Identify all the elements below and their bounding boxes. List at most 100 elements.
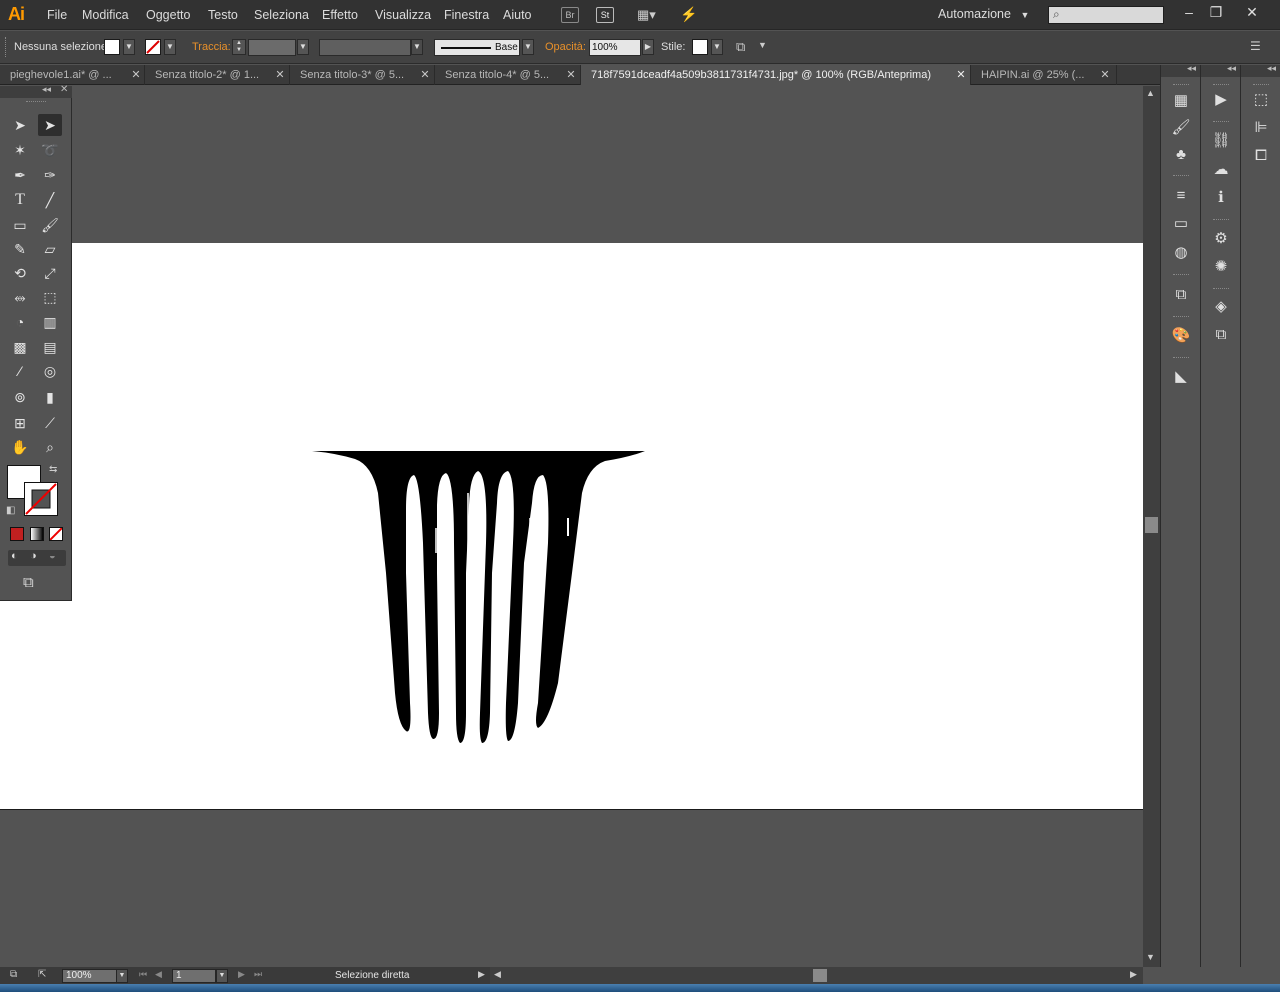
artboard-tool-icon[interactable]: ⊞: [8, 412, 32, 434]
lasso-tool-icon[interactable]: ➰: [38, 139, 62, 161]
panel-grip[interactable]: [26, 101, 46, 104]
menu-oggetto[interactable]: Oggetto: [146, 8, 190, 22]
stroke-dropdown[interactable]: ▼: [164, 39, 176, 55]
zoom-tool-icon[interactable]: ⌕: [38, 436, 62, 458]
artboard-dropdown[interactable]: ▼: [216, 969, 228, 983]
stroke-panel-icon[interactable]: ≡: [1161, 183, 1201, 209]
default-colors-icon[interactable]: ◧: [6, 505, 15, 516]
gradient-panel-icon[interactable]: ▭: [1161, 211, 1201, 237]
scroll-left-icon[interactable]: ◀: [494, 969, 501, 980]
menu-effetto[interactable]: Effetto: [322, 8, 358, 22]
chevron-down-icon[interactable]: ▼: [758, 40, 767, 50]
document-info-panel-icon[interactable]: ℹ: [1201, 185, 1241, 211]
links-panel-icon[interactable]: ⛓: [1201, 128, 1241, 154]
placed-image-comb[interactable]: [0, 243, 1143, 810]
last-artboard-icon[interactable]: ⏭: [254, 969, 262, 980]
search-input[interactable]: ⌕: [1048, 6, 1164, 24]
first-artboard-icon[interactable]: ⏮: [139, 969, 147, 980]
brush-dropdown[interactable]: ▼: [522, 39, 534, 55]
stroke-color-box[interactable]: [24, 482, 58, 516]
tab-close-icon[interactable]: ✕: [955, 65, 967, 85]
variable-width-profile[interactable]: [319, 39, 411, 56]
panel-grip[interactable]: [1161, 355, 1201, 361]
draw-inside-icon[interactable]: ◒: [49, 550, 56, 562]
bridge-button[interactable]: Br: [561, 7, 579, 23]
style-dropdown[interactable]: ▼: [711, 39, 723, 55]
style-swatch[interactable]: [692, 39, 708, 55]
artboard-navigation-icon[interactable]: ⧉: [10, 969, 17, 980]
symbols-panel-icon[interactable]: ♣: [1161, 142, 1201, 168]
menu-modifica[interactable]: Modifica: [82, 8, 129, 22]
artboard[interactable]: [0, 243, 1143, 810]
curvature-tool-icon[interactable]: ✑: [38, 164, 62, 186]
dock-header[interactable]: ◂◂: [1241, 63, 1280, 77]
cc-libraries-panel-icon[interactable]: ☁: [1201, 157, 1241, 183]
dock-header[interactable]: ◂◂: [1161, 63, 1201, 77]
direct-selection-tool-icon[interactable]: ➤: [38, 114, 62, 136]
panel-grip[interactable]: [1161, 272, 1201, 278]
menu-testo[interactable]: Testo: [208, 8, 238, 22]
artboards-panel-icon[interactable]: ⧉: [1201, 322, 1241, 348]
tools-panel-header[interactable]: ◂◂ ✕: [0, 84, 72, 98]
screen-mode-icon[interactable]: ⧉: [23, 574, 34, 591]
menu-seleziona[interactable]: Seleziona: [254, 8, 309, 22]
opacity-flyout[interactable]: ▶: [642, 39, 654, 55]
brushes-panel-icon[interactable]: 🖌: [1161, 115, 1201, 141]
opacity-label[interactable]: Opacità:: [545, 41, 586, 53]
swap-fill-stroke-icon[interactable]: ⇆: [49, 464, 57, 475]
eyedropper-tool-icon[interactable]: ⁄: [8, 360, 32, 382]
brush-definition[interactable]: Base: [434, 39, 520, 56]
panel-menu-icon[interactable]: ☰: [1250, 39, 1261, 53]
tab-document[interactable]: Senza titolo-2* @ 1...: [145, 65, 290, 85]
stroke-weight-dropdown[interactable]: ▼: [297, 39, 309, 55]
rotate-tool-icon[interactable]: ⟲: [8, 262, 32, 284]
horizontal-scroll-thumb[interactable]: [813, 969, 827, 982]
symbol-sprayer-tool-icon[interactable]: ⊚: [8, 386, 32, 408]
menu-aiuto[interactable]: Aiuto: [503, 8, 532, 22]
current-tool-status[interactable]: Selezione diretta: [335, 970, 410, 981]
collapse-icon[interactable]: ◂◂: [1227, 63, 1236, 74]
tab-close-icon[interactable]: ✕: [274, 65, 286, 85]
workspace-switcher[interactable]: Automazione ▼: [938, 7, 1029, 21]
minimize-button[interactable]: –: [1177, 2, 1201, 22]
eraser-tool-icon[interactable]: ▱: [38, 238, 62, 260]
tab-document[interactable]: HAIPIN.ai @ 25% (...: [971, 65, 1117, 85]
tab-close-icon[interactable]: ✕: [419, 65, 431, 85]
blend-tool-icon[interactable]: ◎: [38, 360, 62, 382]
menu-file[interactable]: File: [47, 8, 67, 22]
tab-document[interactable]: Senza titolo-3* @ 5...: [290, 65, 435, 85]
asset-export-panel-icon[interactable]: ⧉: [1161, 282, 1201, 308]
gradient-mode-icon[interactable]: [30, 527, 44, 541]
width-tool-icon[interactable]: ⥈: [8, 286, 32, 308]
swatches-panel-icon[interactable]: ▦: [1161, 88, 1201, 114]
stroke-weight-stepper[interactable]: ▲ ▼: [232, 39, 246, 55]
restore-button[interactable]: ❐: [1204, 2, 1228, 22]
actions-panel-icon[interactable]: ▶: [1201, 87, 1241, 113]
gpu-performance-icon[interactable]: ⚡: [680, 6, 702, 24]
tab-close-icon[interactable]: ✕: [130, 65, 142, 85]
tab-close-icon[interactable]: ✕: [565, 65, 577, 85]
draw-normal-icon[interactable]: ◐: [11, 550, 18, 562]
layers-panel-icon[interactable]: ◈: [1201, 294, 1241, 320]
pathfinder-panel-icon[interactable]: ⧠: [1241, 143, 1280, 169]
variable-width-dropdown[interactable]: ▼: [411, 39, 423, 55]
panel-grip[interactable]: [1161, 314, 1201, 320]
tab-document-active[interactable]: 718f7591dceadf4a509b3811731f4731.jpg* @ …: [581, 65, 971, 85]
slice-tool-icon[interactable]: ⟋: [38, 412, 62, 434]
fill-swatch[interactable]: [104, 39, 120, 55]
vertical-scroll-thumb[interactable]: [1145, 517, 1158, 533]
tab-document[interactable]: pieghevole1.ai* @ ...: [0, 65, 145, 85]
free-transform-tool-icon[interactable]: ⬚: [38, 286, 62, 308]
scale-tool-icon[interactable]: ⤢: [38, 262, 62, 284]
fill-dropdown[interactable]: ▼: [123, 39, 135, 55]
stock-button[interactable]: St: [596, 7, 614, 23]
paintbrush-tool-icon[interactable]: 🖌: [38, 214, 62, 236]
line-segment-tool-icon[interactable]: ╱: [38, 189, 62, 211]
magic-wand-tool-icon[interactable]: ✶: [8, 139, 32, 161]
share-icon[interactable]: ⇱: [38, 969, 46, 980]
scroll-up-icon[interactable]: ▲: [1146, 88, 1155, 98]
panel-grip[interactable]: [1201, 217, 1241, 223]
mesh-tool-icon[interactable]: ▩: [8, 336, 32, 358]
panel-grip[interactable]: [1201, 119, 1241, 125]
transparency-panel-icon[interactable]: ◍: [1161, 240, 1201, 266]
